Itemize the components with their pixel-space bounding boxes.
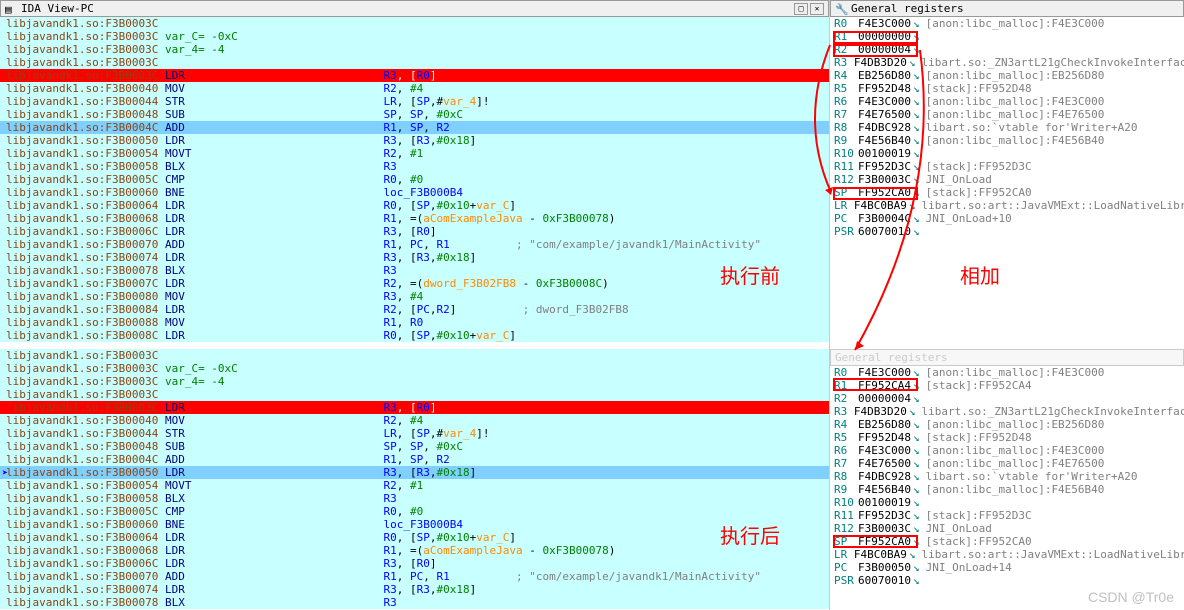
register-row[interactable]: R4 EB256D80 ↘ [anon:libc_malloc]:EB256D8… xyxy=(830,418,1184,431)
disasm-line[interactable]: libjavandk1.so:F3B00050 LDR R3, [R3,#0x1… xyxy=(0,134,829,147)
disasm-line[interactable]: libjavandk1.so:F3B0003C LDR R3, [R0] xyxy=(0,401,829,414)
ida-icon: ▤ xyxy=(5,3,17,15)
register-row[interactable]: LR F4BC0BA9 ↘ libart.so:art::JavaVMExt::… xyxy=(830,548,1184,561)
register-row[interactable]: R12 F3B0003C ↘ JNI_OnLoad xyxy=(830,173,1184,186)
register-row[interactable]: R9 F4E56B40 ↘ [anon:libc_malloc]:F4E56B4… xyxy=(830,483,1184,496)
disasm-line[interactable]: libjavandk1.so:F3B00070 ADD R1, PC, R1 ;… xyxy=(0,238,829,251)
register-row[interactable]: R7 F4E76500 ↘ [anon:libc_malloc]:F4E7650… xyxy=(830,108,1184,121)
disasm-line[interactable]: libjavandk1.so:F3B00088 MOV R1, R0 xyxy=(0,316,829,329)
register-row[interactable]: R5 FF952D48 ↘ [stack]:FF952D48 xyxy=(830,431,1184,444)
disasm-line[interactable]: libjavandk1.so:F3B00048 SUB SP, SP, #0xC xyxy=(0,108,829,121)
disasm-line[interactable]: libjavandk1.so:F3B00050 LDR R3, [R3,#0x1… xyxy=(0,466,829,479)
register-row[interactable]: PC F3B00050 ↘ JNI_OnLoad+14 xyxy=(830,561,1184,574)
disasm-line[interactable]: libjavandk1.so:F3B00070 ADD R1, PC, R1 ;… xyxy=(0,570,829,583)
registers-icon: 🔧 xyxy=(835,3,847,15)
disasm-line[interactable]: libjavandk1.so:F3B0003C var_C= -0xC xyxy=(0,362,829,375)
disasm-line[interactable]: libjavandk1.so:F3B00044 STR LR, [SP,#var… xyxy=(0,427,829,440)
disasm-line[interactable]: libjavandk1.so:F3B00068 LDR R1, =(aComEx… xyxy=(0,212,829,225)
disasm-line[interactable]: libjavandk1.so:F3B0003C var_4= -4 xyxy=(0,43,829,56)
register-row[interactable]: R10 00100019 ↘ xyxy=(830,147,1184,160)
disasm-line[interactable]: libjavandk1.so:F3B0004C ADD R1, SP, R2 xyxy=(0,453,829,466)
disasm-line[interactable]: libjavandk1.so:F3B0004C ADD R1, SP, R2 xyxy=(0,121,829,134)
registers-title-bot: General registers xyxy=(830,349,1184,366)
disasm-line[interactable]: libjavandk1.so:F3B0003C xyxy=(0,56,829,69)
disasm-line[interactable]: libjavandk1.so:F3B00080 MOV R3, #4 xyxy=(0,290,829,303)
disasm-line[interactable]: libjavandk1.so:F3B00084 LDR R2, [PC,R2] … xyxy=(0,303,829,316)
register-row[interactable]: R12 F3B0003C ↘ JNI_OnLoad xyxy=(830,522,1184,535)
register-row[interactable]: R11 FF952D3C ↘ [stack]:FF952D3C xyxy=(830,160,1184,173)
disasm-line[interactable]: libjavandk1.so:F3B0008C LDR R0, [SP,#0x1… xyxy=(0,329,829,342)
disasm-line[interactable]: libjavandk1.so:F3B0006C LDR R3, [R0] xyxy=(0,557,829,570)
registers-title-text: General registers xyxy=(851,2,964,15)
disasm-line[interactable]: libjavandk1.so:F3B0003C xyxy=(0,349,829,362)
register-row[interactable]: R3 F4DB3D20 ↘ libart.so:_ZN3artL21gCheck… xyxy=(830,56,1184,69)
disasm-line[interactable]: libjavandk1.so:F3B00078 BLX R3 xyxy=(0,264,829,277)
disasm-line[interactable]: libjavandk1.so:F3B0003C LDR R3, [R0] xyxy=(0,69,829,82)
register-row[interactable]: R11 FF952D3C ↘ [stack]:FF952D3C xyxy=(830,509,1184,522)
register-row[interactable]: R0 F4E3C000 ↘ [anon:libc_malloc]:F4E3C00… xyxy=(830,17,1184,30)
window-close-button[interactable]: ✕ xyxy=(810,3,824,15)
disasm-line[interactable]: libjavandk1.so:F3B00058 BLX R3 xyxy=(0,492,829,505)
registers-title-top: 🔧 General registers xyxy=(830,0,1184,17)
disasm-line[interactable]: libjavandk1.so:F3B00064 LDR R0, [SP,#0x1… xyxy=(0,531,829,544)
ida-title-text: IDA View-PC xyxy=(21,2,94,15)
register-row[interactable]: R2 00000004 ↘ xyxy=(830,43,1184,56)
disasm-line[interactable]: libjavandk1.so:F3B0003C xyxy=(0,17,829,30)
breakpoint-icon[interactable] xyxy=(2,403,12,413)
register-row[interactable]: PSR 60070010 ↘ xyxy=(830,225,1184,238)
disasm-line[interactable]: libjavandk1.so:F3B0005C CMP R0, #0 xyxy=(0,505,829,518)
registers-title-text-2: General registers xyxy=(835,351,948,364)
register-row[interactable]: R4 EB256D80 ↘ [anon:libc_malloc]:EB256D8… xyxy=(830,69,1184,82)
disasm-line[interactable]: libjavandk1.so:F3B00060 BNE loc_F3B000B4 xyxy=(0,186,829,199)
register-row[interactable]: R1 FF952CA4 ↘ [stack]:FF952CA4 xyxy=(830,379,1184,392)
disasm-line[interactable]: libjavandk1.so:F3B00058 BLX R3 xyxy=(0,160,829,173)
register-row[interactable]: R2 00000004 ↘ xyxy=(830,392,1184,405)
disasm-line[interactable]: libjavandk1.so:F3B00064 LDR R0, [SP,#0x1… xyxy=(0,199,829,212)
register-row[interactable]: SP FF952CA0 ↘ [stack]:FF952CA0 xyxy=(830,535,1184,548)
register-row[interactable]: PC F3B0004C ↘ JNI_OnLoad+10 xyxy=(830,212,1184,225)
register-row[interactable]: R3 F4DB3D20 ↘ libart.so:_ZN3artL21gCheck… xyxy=(830,405,1184,418)
watermark: CSDN @Tr0e xyxy=(1088,589,1174,605)
disasm-line[interactable]: libjavandk1.so:F3B00048 SUB SP, SP, #0xC xyxy=(0,440,829,453)
register-row[interactable]: R8 F4DBC928 ↘ libart.so:`vtable for'Writ… xyxy=(830,121,1184,134)
disasm-line[interactable]: libjavandk1.so:F3B00078 BLX R3 xyxy=(0,596,829,609)
register-row[interactable]: R1 00000000 ↘ xyxy=(830,30,1184,43)
disasm-line[interactable]: libjavandk1.so:F3B0003C var_4= -4 xyxy=(0,375,829,388)
register-row[interactable]: R10 00100019 ↘ xyxy=(830,496,1184,509)
disasm-line[interactable]: libjavandk1.so:F3B0003C var_C= -0xC xyxy=(0,30,829,43)
register-row[interactable]: R5 FF952D48 ↘ [stack]:FF952D48 xyxy=(830,82,1184,95)
disasm-line[interactable]: libjavandk1.so:F3B00040 MOV R2, #4 xyxy=(0,82,829,95)
disasm-line[interactable]: libjavandk1.so:F3B0003C xyxy=(0,388,829,401)
disasm-line[interactable]: libjavandk1.so:F3B00060 BNE loc_F3B000B4 xyxy=(0,518,829,531)
register-row[interactable]: R6 F4E3C000 ↘ [anon:libc_malloc]:F4E3C00… xyxy=(830,95,1184,108)
disasm-line[interactable]: libjavandk1.so:F3B0006C LDR R3, [R0] xyxy=(0,225,829,238)
disasm-line[interactable]: libjavandk1.so:F3B0007C LDR R2, =(dword_… xyxy=(0,277,829,290)
disassembly-before[interactable]: libjavandk1.so:F3B0003C libjavandk1.so:F… xyxy=(0,17,829,349)
disasm-line[interactable]: libjavandk1.so:F3B00054 MOVT R2, #1 xyxy=(0,479,829,492)
disasm-line[interactable]: libjavandk1.so:F3B00068 LDR R1, =(aComEx… xyxy=(0,544,829,557)
register-row[interactable]: R6 F4E3C000 ↘ [anon:libc_malloc]:F4E3C00… xyxy=(830,444,1184,457)
register-row[interactable]: R9 F4E56B40 ↘ [anon:libc_malloc]:F4E56B4… xyxy=(830,134,1184,147)
pc-arrow-icon: ➤ xyxy=(2,468,8,479)
window-restore-button[interactable]: □ xyxy=(794,3,808,15)
register-row[interactable]: LR F4BC0BA9 ↘ libart.so:art::JavaVMExt::… xyxy=(830,199,1184,212)
register-row[interactable]: SP FF952CA0 ↘ [stack]:FF952CA0 xyxy=(830,186,1184,199)
register-row[interactable]: R0 F4E3C000 ↘ [anon:libc_malloc]:F4E3C00… xyxy=(830,366,1184,379)
disasm-line[interactable]: libjavandk1.so:F3B00074 LDR R3, [R3,#0x1… xyxy=(0,583,829,596)
ida-view-title: ▤ IDA View-PC □ ✕ xyxy=(0,0,829,17)
disasm-line[interactable]: libjavandk1.so:F3B00074 LDR R3, [R3,#0x1… xyxy=(0,251,829,264)
register-row[interactable]: R8 F4DBC928 ↘ libart.so:`vtable for'Writ… xyxy=(830,470,1184,483)
disasm-line[interactable]: libjavandk1.so:F3B00040 MOV R2, #4 xyxy=(0,414,829,427)
registers-before[interactable]: R0 F4E3C000 ↘ [anon:libc_malloc]:F4E3C00… xyxy=(830,17,1184,349)
register-row[interactable]: R7 F4E76500 ↘ [anon:libc_malloc]:F4E7650… xyxy=(830,457,1184,470)
disasm-line[interactable]: libjavandk1.so:F3B0005C CMP R0, #0 xyxy=(0,173,829,186)
register-row[interactable]: PSR 60070010 ↘ xyxy=(830,574,1184,587)
disasm-line[interactable]: libjavandk1.so:F3B00054 MOVT R2, #1 xyxy=(0,147,829,160)
disassembly-after[interactable]: ➤ libjavandk1.so:F3B0003C libjavandk1.so… xyxy=(0,349,829,609)
registers-after[interactable]: R0 F4E3C000 ↘ [anon:libc_malloc]:F4E3C00… xyxy=(830,366,1184,606)
disasm-line[interactable]: libjavandk1.so:F3B00044 STR LR, [SP,#var… xyxy=(0,95,829,108)
